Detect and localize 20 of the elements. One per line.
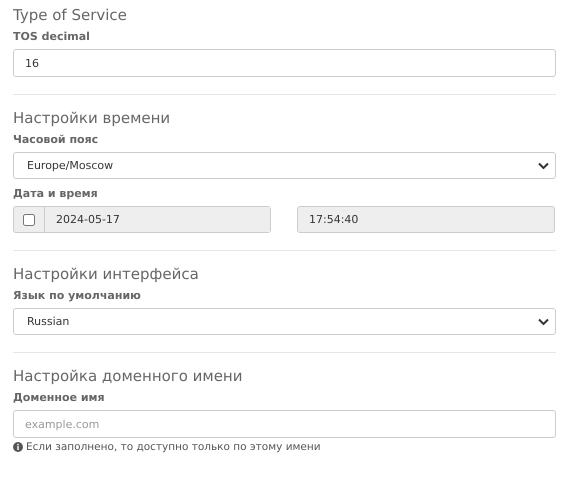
chevron-down-icon [538,162,549,170]
section-title: Настройки интерфейса [13,264,200,285]
input-field[interactable]: 16 [13,49,556,77]
select-field[interactable]: Russian [13,308,556,335]
section-title: Настройка доменного имени [13,366,244,387]
section-title: Настройки времени [13,108,172,129]
field-label: Дата и время [13,186,99,201]
field-label: Язык по умолчанию [13,288,142,303]
checkbox[interactable] [23,214,35,226]
input-field[interactable]: example.com [13,410,556,438]
info-icon [13,442,23,452]
field-label: TOS decimal [13,29,91,44]
section-title: Type of Service [13,5,128,26]
time-field[interactable]: 17:54:40 [297,206,555,233]
field-label: Доменное имя [13,390,106,405]
hint-text: Если заполнено, то доступно только по этому имени [26,441,321,453]
chevron-down-icon [538,318,549,326]
field-label: Часовой пояс [13,132,100,147]
date-field[interactable]: 2024-05-17 [13,206,271,233]
select-field[interactable]: Europe/Moscow [13,152,556,179]
